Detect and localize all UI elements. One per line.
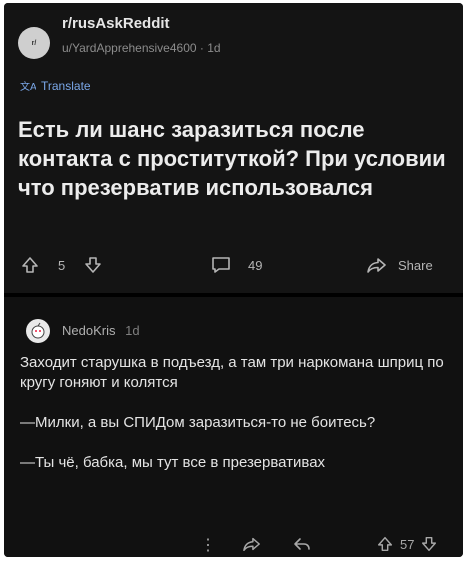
more-options-button[interactable]: ⋮: [200, 535, 216, 555]
post-title: Есть ли шанс заразиться после контакта с…: [18, 117, 446, 200]
reddit-card: r/ r/rusAskReddit u/YardApprehensive4600…: [4, 3, 463, 557]
comment-downvote-icon[interactable]: [420, 535, 438, 553]
comment-author[interactable]: NedoKris: [62, 323, 115, 338]
award-icon: [242, 535, 262, 553]
comment-paragraph: Заходит старушка в подъезд, а там три на…: [20, 354, 444, 391]
comment-paragraph: —Милки, а вы СПИДом заразиться-то не бои…: [20, 414, 376, 431]
translate-label: Translate: [41, 79, 91, 93]
comment-actions: ⋮ 57: [4, 535, 463, 557]
reply-icon: [292, 535, 312, 553]
comment-count: 49: [248, 257, 263, 273]
vote-group: 5: [20, 255, 103, 275]
comment-body: Заходит старушка в подъезд, а там три на…: [20, 353, 450, 493]
comment-paragraph: —Ты чё, бабка, мы тут все в презерватива…: [20, 454, 326, 471]
share-icon: [366, 255, 388, 275]
post: r/ r/rusAskReddit u/YardApprehensive4600…: [4, 3, 463, 293]
comments-button[interactable]: 49: [210, 255, 262, 275]
reply-button[interactable]: [292, 535, 312, 553]
comment-header: NedoKris 1d: [62, 323, 140, 338]
commenter-avatar[interactable]: [26, 319, 50, 343]
translate-button[interactable]: 文A Translate: [20, 79, 91, 93]
share-label: Share: [398, 257, 433, 273]
comment-upvote-icon[interactable]: [376, 535, 394, 553]
share-button[interactable]: Share: [366, 255, 433, 275]
post-actions: 5 49 Share: [4, 255, 463, 285]
subreddit-avatar[interactable]: r/: [18, 27, 50, 59]
upvote-icon[interactable]: [20, 255, 40, 275]
comment-icon: [210, 255, 232, 275]
subreddit-name[interactable]: r/rusAskReddit: [62, 15, 170, 32]
comment: NedoKris 1d Заходит старушка в подъезд, …: [4, 297, 463, 557]
upvote-count: 5: [58, 257, 66, 273]
svg-text:文A: 文A: [20, 80, 36, 93]
translate-icon: 文A: [20, 79, 36, 93]
comment-vote-group: 57: [376, 535, 438, 553]
comment-score: 57: [400, 536, 415, 552]
comment-age: 1d: [125, 323, 140, 338]
award-button[interactable]: [242, 535, 262, 553]
downvote-icon[interactable]: [83, 255, 103, 275]
more-options-icon: ⋮: [200, 537, 216, 554]
post-meta: u/YardApprehensive4600 · 1d: [62, 41, 221, 55]
